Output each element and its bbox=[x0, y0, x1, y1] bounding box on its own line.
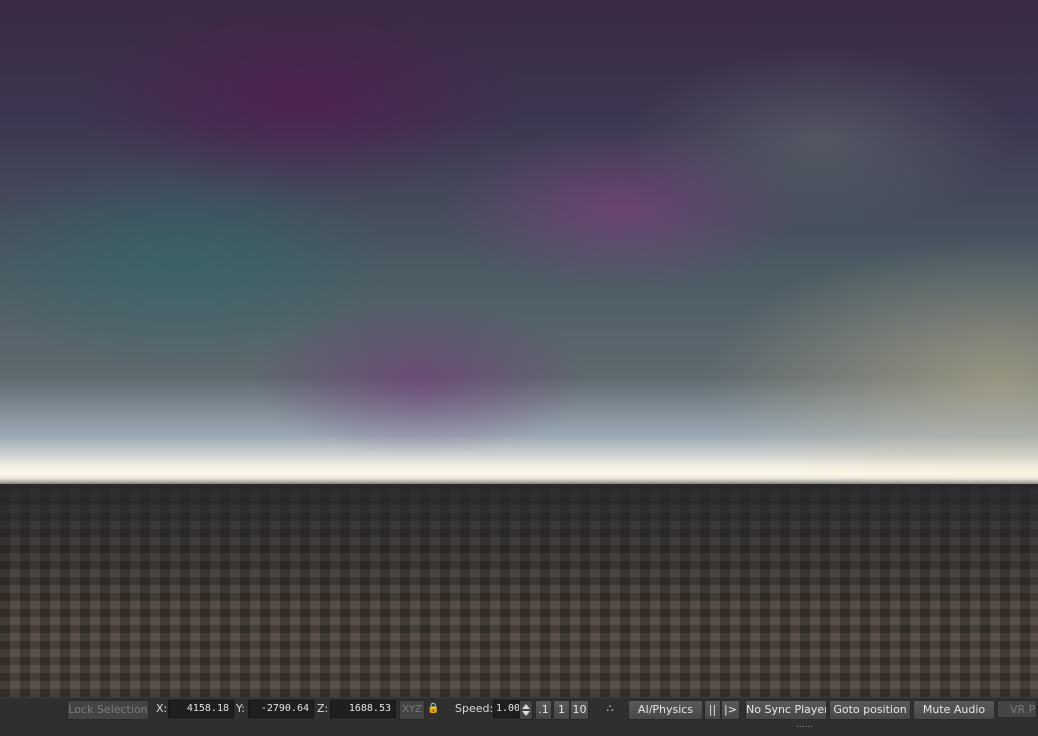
spinner-down-icon[interactable] bbox=[522, 711, 530, 716]
z-label: Z: bbox=[317, 702, 329, 715]
viewport-toolbar: Lock Selection X: 4158.18 Y: -2790.64 Z:… bbox=[0, 697, 1038, 736]
checkered-ground-plane bbox=[0, 484, 1038, 697]
step-button[interactable]: |> bbox=[721, 700, 740, 720]
resize-grip[interactable]: ...... bbox=[796, 721, 816, 730]
pause-button[interactable]: || bbox=[704, 700, 721, 720]
vr-preview-button[interactable]: VR Pre bbox=[997, 700, 1037, 718]
xyz-button[interactable]: XYZ bbox=[399, 700, 425, 720]
x-label: X: bbox=[156, 702, 168, 715]
mute-audio-button[interactable]: Mute Audio bbox=[913, 700, 995, 720]
speed-preset-10-button[interactable]: 10 bbox=[570, 700, 589, 720]
no-sync-player-button[interactable]: No Sync Player bbox=[745, 700, 827, 720]
y-coordinate-field[interactable]: -2790.64 bbox=[248, 700, 314, 718]
sky bbox=[0, 0, 1038, 484]
network-icon[interactable]: ⛬ bbox=[603, 700, 617, 718]
z-coordinate-field[interactable]: 1688.53 bbox=[330, 700, 396, 718]
lock-selection-button[interactable]: Lock Selection bbox=[67, 700, 149, 720]
speed-label: Speed: bbox=[455, 702, 494, 715]
speed-spinner[interactable] bbox=[519, 700, 533, 720]
ai-physics-button[interactable]: AI/Physics bbox=[628, 700, 703, 720]
lock-icon[interactable]: 🔒 bbox=[427, 700, 439, 718]
3d-viewport[interactable] bbox=[0, 0, 1038, 697]
spinner-up-icon[interactable] bbox=[522, 704, 530, 709]
y-label: Y: bbox=[236, 702, 245, 715]
x-coordinate-field[interactable]: 4158.18 bbox=[168, 700, 234, 718]
speed-preset-0-1-button[interactable]: .1 bbox=[535, 700, 552, 720]
speed-field[interactable]: 1.00 bbox=[493, 700, 520, 718]
goto-position-button[interactable]: Goto position bbox=[829, 700, 911, 720]
speed-preset-1-button[interactable]: 1 bbox=[553, 700, 570, 720]
